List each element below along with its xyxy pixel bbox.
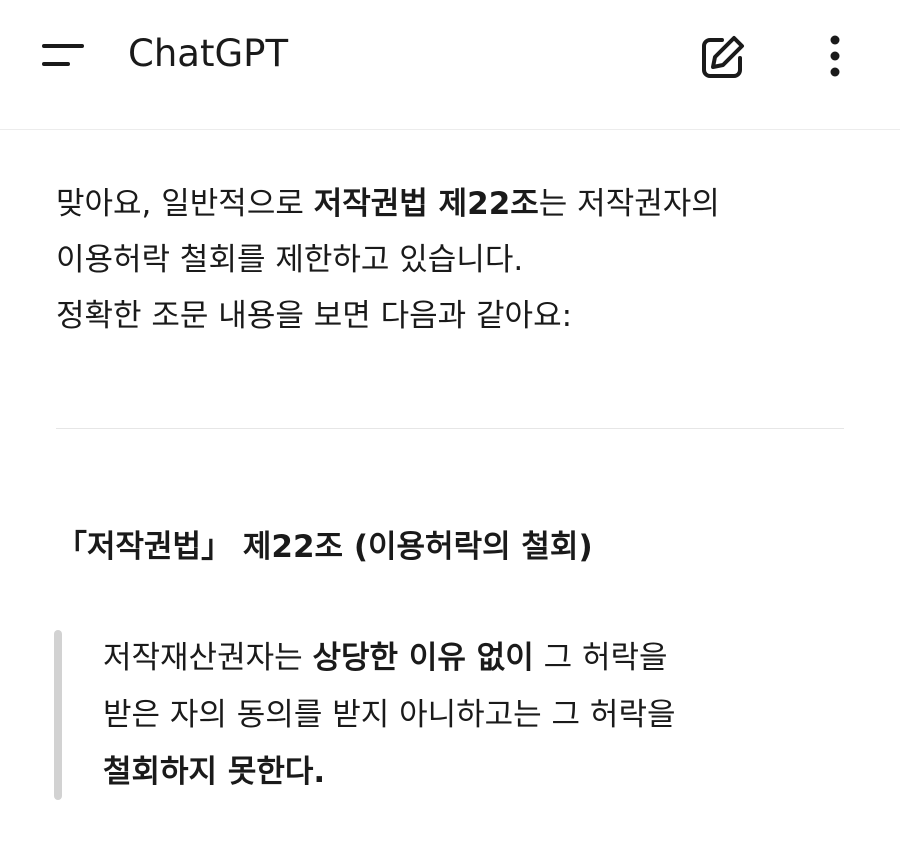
blockquote-bar xyxy=(54,630,62,800)
quote-text: 저작재산권자는 xyxy=(103,640,313,676)
section-divider xyxy=(56,428,844,429)
app-title: ChatGPT xyxy=(128,32,289,75)
quote-bold-text: 상당한 이유 없이 xyxy=(312,640,534,676)
hamburger-menu-icon[interactable] xyxy=(34,36,94,76)
message-line-3: 정확한 조문 내용을 보면 다음과 같아요: xyxy=(56,298,573,334)
quote-text: 그 허락을 xyxy=(533,640,668,676)
message-text: 는 저작권자의 xyxy=(538,186,720,222)
law-article-heading: 「저작권법」 제22조 (이용허락의 철회) xyxy=(56,529,593,565)
message-bold-text: 저작권법 제22조 xyxy=(313,186,539,222)
edit-pencil-icon[interactable] xyxy=(694,30,750,86)
top-app-bar: ChatGPT xyxy=(0,0,900,130)
quote-line-2: 받은 자의 동의를 받지 아니하고는 그 허락을 xyxy=(103,697,676,733)
more-vertical-icon[interactable] xyxy=(810,30,860,86)
quote-line-3: 철회하지 못한다. xyxy=(103,744,675,801)
quote-line-1: 저작재산권자는 상당한 이유 없이 그 허락을 xyxy=(103,630,675,687)
law-article-quote: 저작재산권자는 상당한 이유 없이 그 허락을 받은 자의 동의를 받지 아니하… xyxy=(103,630,675,801)
message-line-2: 이용허락 철회를 제한하고 있습니다. xyxy=(56,242,524,278)
quote-bold-text: 철회하지 못한다. xyxy=(103,754,326,790)
message-line-1: 맞아요, 일반적으로 저작권법 제22조는 저작권자의 xyxy=(56,176,856,232)
assistant-message: 맞아요, 일반적으로 저작권법 제22조는 저작권자의 이용허락 철회를 제한하… xyxy=(56,176,856,344)
message-text: 맞아요, 일반적으로 xyxy=(56,186,314,222)
